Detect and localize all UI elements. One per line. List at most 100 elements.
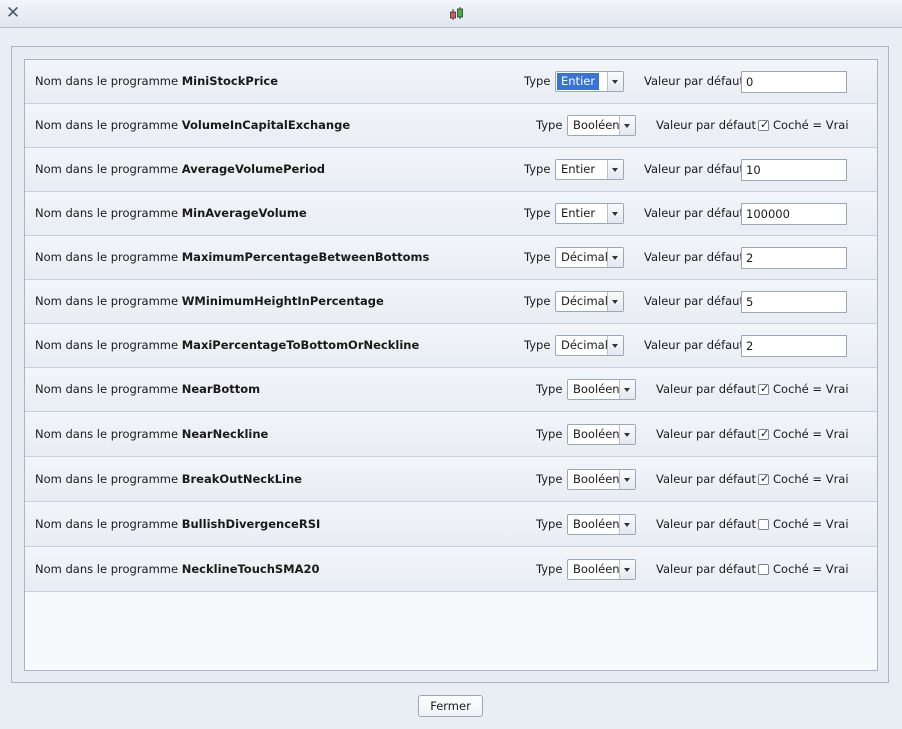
type-label: Type	[536, 118, 563, 132]
chevron-down-icon[interactable]	[607, 292, 623, 311]
name-prefix-label: Nom dans le programme	[35, 427, 179, 441]
parameters-panel: Nom dans le programme MiniStockPrice Type…	[24, 59, 878, 671]
close-icon[interactable]: ✕	[5, 5, 21, 22]
chevron-down-icon[interactable]	[619, 515, 635, 534]
parameter-name: Nom dans le programme MaximumPercentageB…	[35, 250, 429, 264]
type-label: Type	[536, 517, 563, 531]
parameter-name: Nom dans le programme MaxiPercentageToBo…	[35, 338, 419, 352]
type-select-value: Booléen	[573, 517, 620, 531]
default-value-input[interactable]: 2	[741, 247, 847, 269]
type-select[interactable]: Décimal	[555, 247, 624, 268]
type-select[interactable]: Entier	[555, 203, 624, 224]
chevron-down-icon[interactable]	[607, 204, 623, 223]
parameter-row: Nom dans le programme VolumeInCapitalExc…	[25, 104, 877, 148]
checkmark-icon: ✓	[760, 382, 770, 395]
candlestick-chart-icon	[450, 7, 463, 20]
checkbox-label: Coché = Vrai	[773, 427, 849, 441]
type-select-value: Booléen	[573, 118, 620, 132]
name-prefix-label: Nom dans le programme	[35, 118, 179, 132]
default-value-label: Valeur par défaut	[644, 250, 744, 264]
type-select[interactable]: Entier	[555, 71, 624, 92]
type-label: Type	[524, 250, 551, 264]
default-value-checkbox[interactable]	[758, 519, 769, 530]
checkmark-icon: ✓	[760, 427, 770, 440]
default-value-input[interactable]: 5	[741, 291, 847, 313]
default-value-label: Valeur par défaut	[656, 427, 756, 441]
type-select[interactable]: Entier	[555, 159, 624, 180]
default-value-input[interactable]: 100000	[741, 203, 847, 225]
type-select-value: Entier	[561, 162, 596, 176]
parameter-name-value: MaximumPercentageBetweenBottoms	[181, 250, 430, 264]
parameter-row: Nom dans le programme MinAverageVolume Ty…	[25, 192, 877, 236]
parameter-row: Nom dans le programme WMinimumHeightInPe…	[25, 280, 877, 324]
chevron-down-icon[interactable]	[619, 560, 635, 579]
default-value-label: Valeur par défaut	[644, 74, 744, 88]
parameter-row: Nom dans le programme MiniStockPrice Type…	[25, 60, 877, 104]
checkmark-icon: ✓	[760, 472, 770, 485]
parameter-name-value: NearBottom	[181, 382, 261, 396]
type-select[interactable]: Booléen	[567, 559, 636, 580]
chevron-down-icon[interactable]	[607, 336, 623, 355]
parameter-name: Nom dans le programme MinAverageVolume	[35, 206, 307, 220]
name-prefix-label: Nom dans le programme	[35, 338, 179, 352]
name-prefix-label: Nom dans le programme	[35, 74, 179, 88]
default-value-checkbox[interactable]: ✓	[758, 427, 770, 440]
type-select-value: Décimal	[561, 250, 608, 264]
name-prefix-label: Nom dans le programme	[35, 250, 179, 264]
parameter-row: Nom dans le programme NearNeckline Type Bo…	[25, 412, 877, 457]
type-label: Type	[536, 382, 563, 396]
default-value-checkbox[interactable]: ✓	[758, 382, 770, 395]
parameter-name: Nom dans le programme NearBottom	[35, 382, 260, 396]
type-select-value: Entier	[557, 73, 600, 90]
chevron-down-icon[interactable]	[607, 248, 623, 267]
default-value-label: Valeur par défaut	[644, 294, 744, 308]
parameter-name: Nom dans le programme NecklineTouchSMA20	[35, 562, 320, 576]
default-value-label: Valeur par défaut	[644, 162, 744, 176]
chevron-down-icon[interactable]	[607, 72, 623, 91]
name-prefix-label: Nom dans le programme	[35, 472, 179, 486]
parameter-name: Nom dans le programme VolumeInCapitalExc…	[35, 118, 350, 132]
default-value-input[interactable]: 10	[741, 159, 847, 181]
type-select[interactable]: Décimal	[555, 291, 624, 312]
default-value-checkbox[interactable]: ✓	[758, 118, 769, 131]
name-prefix-label: Nom dans le programme	[35, 562, 179, 576]
name-prefix-label: Nom dans le programme	[35, 162, 179, 176]
parameter-name-value: NecklineTouchSMA20	[181, 562, 320, 576]
type-select-value: Décimal	[561, 294, 608, 308]
default-value-input[interactable]: 2	[741, 335, 847, 357]
parameter-row: Nom dans le programme AverageVolumePerio…	[25, 148, 877, 192]
parameter-row: Nom dans le programme NearBottom Type Bool…	[25, 368, 877, 412]
chevron-down-icon[interactable]	[619, 380, 635, 399]
default-value-checkbox[interactable]	[758, 564, 769, 575]
default-value-label: Valeur par défaut	[656, 517, 756, 531]
type-select-value: Entier	[561, 206, 596, 220]
parameter-name-value: BullishDivergenceRSI	[181, 517, 321, 531]
chevron-down-icon[interactable]	[607, 160, 623, 179]
parameter-name: Nom dans le programme AverageVolumePerio…	[35, 162, 325, 176]
type-label: Type	[524, 206, 551, 220]
parameter-name-value: MaxiPercentageToBottomOrNeckline	[181, 338, 420, 352]
close-button[interactable]: Fermer	[418, 695, 483, 717]
default-value-checkbox[interactable]: ✓	[758, 472, 770, 485]
type-select[interactable]: Booléen	[567, 115, 636, 136]
parameter-name: Nom dans le programme MiniStockPrice	[35, 74, 278, 88]
type-select[interactable]: Décimal	[555, 335, 624, 356]
type-select[interactable]: Booléen	[567, 514, 636, 535]
checkbox-label: Coché = Vrai	[773, 472, 849, 486]
type-select[interactable]: Booléen	[567, 469, 636, 490]
checkbox-label: Coché = Vrai	[773, 562, 849, 576]
parameter-name-value: AverageVolumePeriod	[181, 162, 326, 176]
chevron-down-icon[interactable]	[619, 116, 635, 135]
chevron-down-icon[interactable]	[619, 425, 635, 444]
parameter-name-value: VolumeInCapitalExchange	[181, 118, 351, 132]
parameter-name: Nom dans le programme BullishDivergenceR…	[35, 517, 320, 531]
type-select[interactable]: Booléen	[567, 424, 636, 445]
type-select[interactable]: Booléen	[567, 379, 636, 400]
parameter-row: Nom dans le programme MaximumPercentageB…	[25, 236, 877, 280]
default-value-input[interactable]: 0	[741, 71, 847, 93]
type-label: Type	[536, 562, 563, 576]
type-label: Type	[524, 294, 551, 308]
chevron-down-icon[interactable]	[619, 470, 635, 489]
parameter-name-value: BreakOutNeckLine	[181, 472, 302, 486]
default-value-label: Valeur par défaut	[656, 382, 756, 396]
